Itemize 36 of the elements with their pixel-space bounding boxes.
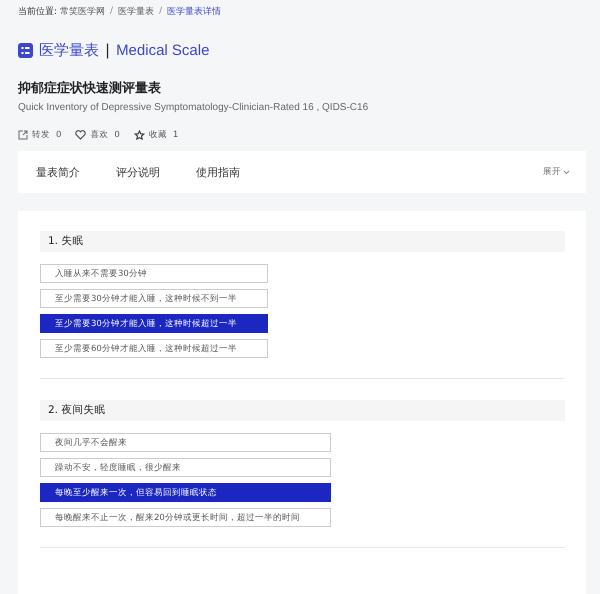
tab[interactable]: 使用指南 [196,164,240,180]
section-title: 医学量表 [39,40,99,60]
answer-option[interactable]: 每晚醒来不止一次，醒来20分钟或更长时间，超过一半的时间 [40,508,331,527]
breadcrumb-separator: / [110,6,114,16]
answer-option[interactable]: 至少需要30分钟才能入睡，这种时候不到一半 [40,289,268,308]
expand-button[interactable]: 展开 [543,166,570,178]
answer-option[interactable]: 至少需要60分钟才能入睡，这种时候超过一半 [40,339,268,358]
breadcrumb-link[interactable]: 医学量表详情 [167,4,222,18]
breadcrumb-label: 当前位置: [18,6,58,18]
breadcrumb-separator: / [159,6,162,16]
chevron-icon [563,170,570,174]
answer-option[interactable]: 入睡从来不需要30分钟 [40,264,268,283]
action-count: 0 [56,130,62,140]
breadcrumb-link[interactable]: 医学量表 [118,4,154,18]
action-label: 转发 [32,129,50,141]
action-label: 喜欢 [90,129,108,141]
question-title: 1. 失眠 [40,231,565,252]
star-icon[interactable] [134,130,145,140]
scale-subtitle: Quick Inventory of Depressive Symptomatology-Clinician-Rated 16 , QIDS-C16 [18,102,370,113]
breadcrumb-link[interactable]: 常笑医学网 [60,4,106,18]
answer-option[interactable]: 躁动不安，轻度睡眠，很少醒来 [40,458,331,477]
tab[interactable]: 评分说明 [116,164,160,180]
answer-option[interactable]: 夜间几乎不会醒来 [40,433,331,452]
heart-icon[interactable] [75,130,86,140]
question-title: 2. 夜间失眠 [40,400,565,421]
action-label: 收藏 [148,129,167,141]
action-count: 0 [114,130,120,140]
title-divider: | [105,41,110,59]
list-icon [18,42,33,58]
scale-title: 抑郁症症状快速测评量表 [18,80,162,96]
answer-option[interactable]: 至少需要30分钟才能入睡，这种时候超过一半 [40,314,268,333]
answer-option[interactable]: 每晚至少醒来一次，但容易回到睡眠状态 [40,483,331,502]
section-subtitle: Medical Scale [116,42,210,58]
tab[interactable]: 量表简介 [36,164,80,180]
action-count: 1 [172,130,178,140]
share-icon[interactable] [18,130,28,140]
